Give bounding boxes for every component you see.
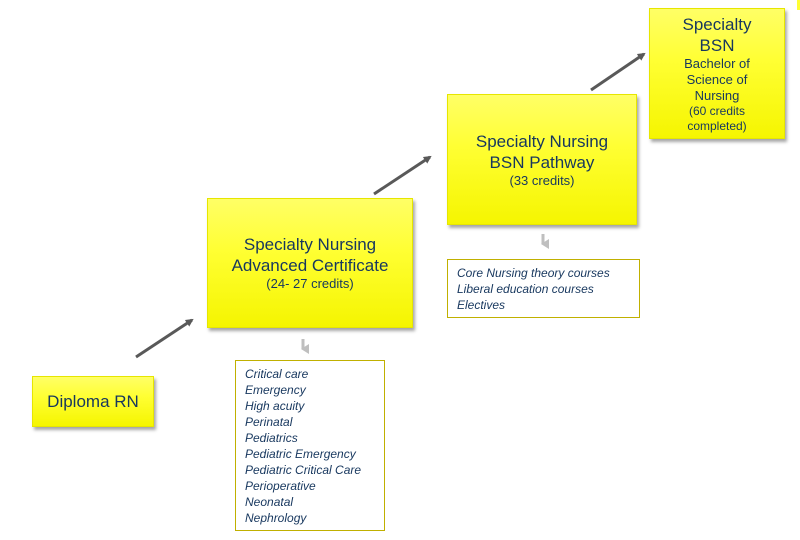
node-advanced-certificate: Specialty Nursing Advanced Certificate (…	[207, 198, 413, 328]
pathway-courses-list: Core Nursing theory courses Liberal educ…	[447, 259, 640, 318]
list-item: Pediatrics	[245, 431, 298, 445]
node-bsn-desc-line-2: Science of	[686, 71, 748, 87]
list-item: Core Nursing theory courses	[457, 266, 610, 280]
node-bsn-desc-line-1: Bachelor of	[684, 55, 750, 71]
node-bsn-title-line-2: BSN	[699, 35, 735, 55]
list-item: Critical care	[245, 367, 309, 381]
node-diploma-rn: Diploma RN	[32, 376, 154, 427]
list-item: Pediatric Emergency	[245, 447, 356, 461]
node-bsn-pathway: Specialty Nursing BSN Pathway (33 credit…	[447, 94, 637, 225]
list-item: Neonatal	[245, 495, 294, 509]
node-pathway-title-line-2: BSN Pathway	[489, 152, 595, 172]
list-item: Perinatal	[245, 415, 293, 429]
node-certificate-credits: (24- 27 credits)	[266, 276, 354, 291]
node-pathway-title-line-1: Specialty Nursing	[475, 131, 609, 151]
list-item: High acuity	[245, 399, 305, 413]
node-diploma-rn-title: Diploma RN	[47, 392, 139, 411]
list-item: Electives	[457, 298, 506, 312]
list-item: Perioperative	[245, 479, 316, 493]
arrow-certificate-to-pathway	[373, 155, 432, 196]
arrow-pathway-to-bsn	[590, 52, 646, 92]
list-item: Pediatric Critical Care	[245, 463, 362, 477]
arrow-diploma-to-certificate	[135, 318, 194, 359]
node-bsn-title-line-1: Specialty	[682, 14, 752, 34]
list-item: Emergency	[245, 383, 306, 397]
list-item: Nephrology	[245, 511, 307, 525]
node-pathway-credits: (33 credits)	[509, 172, 575, 188]
node-bsn-credits-line-2: completed)	[687, 118, 747, 133]
node-specialty-bsn: Specialty BSN Bachelor of Science of Nur…	[649, 8, 785, 139]
node-bsn-credits-line-1: (60 credits	[688, 103, 746, 118]
node-certificate-title-line-2: Advanced Certificate	[231, 256, 389, 275]
node-certificate-title-line-1: Specialty Nursing	[243, 235, 377, 254]
list-item: Liberal education courses	[457, 282, 594, 296]
node-bsn-desc-line-3: Nursing	[694, 87, 740, 103]
certificate-specialties-list: Critical care Emergency High acuity Peri…	[235, 360, 385, 531]
